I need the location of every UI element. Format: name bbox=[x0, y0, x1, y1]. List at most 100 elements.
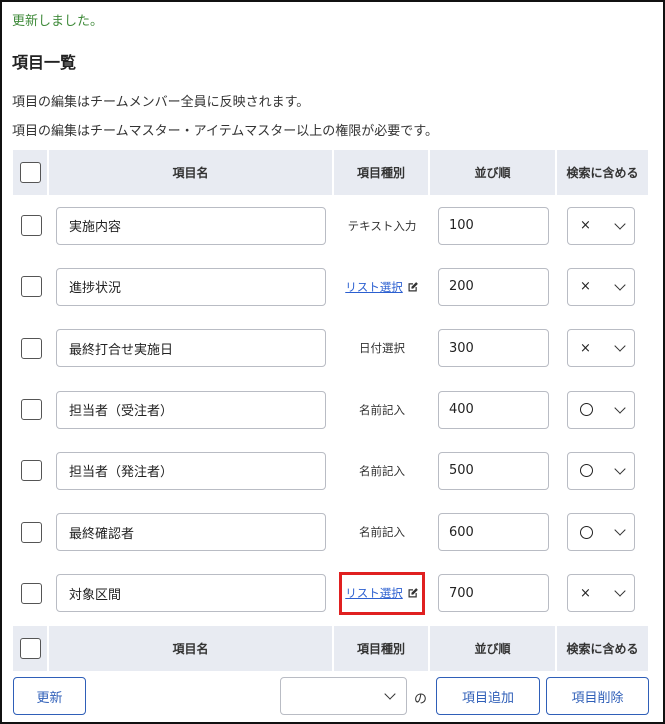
order-input[interactable]: 300 bbox=[438, 329, 549, 368]
footer-select-all-cell bbox=[13, 626, 49, 672]
circle-icon bbox=[580, 403, 593, 417]
search-cell: × bbox=[557, 318, 648, 379]
row-checkbox[interactable] bbox=[20, 460, 42, 482]
row-checkbox[interactable] bbox=[20, 337, 42, 359]
search-cell bbox=[557, 501, 648, 562]
header-name: 項目名 bbox=[49, 150, 334, 195]
table-row: 実施内容 テキスト入力 100 × bbox=[13, 195, 648, 256]
select-all-checkbox[interactable] bbox=[19, 162, 41, 183]
add-item-button[interactable]: 項目追加 bbox=[436, 677, 540, 715]
order-input[interactable]: 400 bbox=[438, 390, 549, 429]
highlight-box: リスト選択 bbox=[339, 571, 425, 615]
list-select-link[interactable]: リスト選択 bbox=[345, 585, 419, 601]
type-cell: 名前記入 bbox=[334, 440, 430, 501]
item-name-input[interactable]: 担当者（受注者） bbox=[56, 390, 326, 429]
order-input[interactable]: 700 bbox=[438, 574, 549, 613]
order-input[interactable]: 200 bbox=[438, 267, 549, 306]
row-checkbox[interactable] bbox=[20, 215, 42, 237]
chevron-down-icon bbox=[614, 340, 626, 352]
footer-select-all-checkbox[interactable] bbox=[19, 638, 41, 660]
name-cell: 担当者（受注者） bbox=[49, 379, 334, 440]
name-cell: 進捗状況 bbox=[49, 256, 334, 317]
type-cell: リスト選択 bbox=[334, 563, 430, 624]
table-footer-header: 項目名 項目種別 並び順 検索に含める bbox=[13, 626, 648, 672]
search-select[interactable] bbox=[567, 451, 635, 490]
row-checkbox[interactable] bbox=[20, 276, 42, 298]
chevron-down-icon bbox=[614, 401, 626, 414]
name-cell: 対象区間 bbox=[49, 563, 334, 624]
position-label: の bbox=[414, 692, 428, 707]
type-label: 名前記入 bbox=[359, 402, 405, 417]
order-cell: 400 bbox=[430, 379, 557, 440]
search-cell: × bbox=[557, 195, 648, 256]
search-cell: × bbox=[557, 256, 648, 317]
row-check-cell bbox=[13, 379, 49, 440]
chevron-down-icon bbox=[614, 585, 626, 598]
item-name-input[interactable]: 担当者（発注者） bbox=[56, 451, 326, 490]
search-cell bbox=[557, 379, 648, 440]
type-label: 日付選択 bbox=[359, 341, 405, 356]
table-body: 実施内容 テキスト入力 100 × 進捗状況 リスト選択 200 × 最終打合せ… bbox=[13, 195, 648, 624]
chevron-down-icon bbox=[614, 279, 626, 291]
row-check-cell bbox=[13, 318, 49, 379]
name-cell: 最終打合せ実施日 bbox=[49, 318, 334, 379]
table-header: 項目名 項目種別 並び順 検索に含める bbox=[13, 150, 648, 195]
update-button[interactable]: 更新 bbox=[13, 677, 86, 715]
search-select[interactable] bbox=[567, 390, 635, 429]
item-name-input[interactable]: 対象区間 bbox=[56, 574, 326, 613]
header-order: 並び順 bbox=[430, 150, 557, 195]
footer-header-order: 並び順 bbox=[430, 626, 557, 672]
name-cell: 実施内容 bbox=[49, 195, 334, 256]
description-1: 項目の編集はチームメンバー全員に反映されます。 bbox=[12, 95, 310, 110]
header-select-all-cell bbox=[13, 150, 49, 195]
search-select[interactable] bbox=[567, 513, 635, 552]
item-name-input[interactable]: 実施内容 bbox=[56, 206, 326, 245]
footer-header-search: 検索に含める bbox=[566, 642, 639, 657]
table-row: 進捗状況 リスト選択 200 × bbox=[13, 256, 648, 317]
item-name-input[interactable]: 進捗状況 bbox=[56, 267, 326, 306]
position-select[interactable] bbox=[280, 677, 407, 715]
search-select[interactable]: × bbox=[567, 267, 635, 306]
row-checkbox[interactable] bbox=[20, 521, 42, 543]
page-title: 項目一覧 bbox=[12, 53, 77, 72]
row-check-cell bbox=[13, 195, 49, 256]
type-label: リスト選択 bbox=[345, 279, 403, 294]
type-cell: 名前記入 bbox=[334, 379, 430, 440]
table-row: 最終打合せ実施日 日付選択 300 × bbox=[13, 318, 648, 379]
flash-message: 更新しました。 bbox=[12, 14, 104, 29]
search-select[interactable]: × bbox=[567, 574, 635, 613]
table-row: 対象区間 リスト選択 700 × bbox=[13, 563, 648, 624]
chevron-down-icon bbox=[614, 524, 626, 536]
table-row: 担当者（受注者） 名前記入 400 bbox=[13, 379, 648, 440]
order-cell: 700 bbox=[430, 563, 557, 624]
items-table: 項目名 項目種別 並び順 検索に含める 実施内容 テキスト入力 100 × 進捗… bbox=[13, 150, 648, 672]
search-cell: × bbox=[557, 563, 648, 624]
table-row: 担当者（発注者） 名前記入 500 bbox=[13, 440, 648, 501]
list-select-link[interactable]: リスト選択 bbox=[345, 279, 419, 295]
table-row: 最終確認者 名前記入 600 bbox=[13, 501, 648, 562]
edit-icon bbox=[408, 588, 418, 598]
order-input[interactable]: 500 bbox=[438, 451, 549, 490]
order-input[interactable]: 600 bbox=[438, 513, 549, 552]
order-cell: 600 bbox=[430, 501, 557, 562]
search-select[interactable]: × bbox=[567, 329, 635, 368]
order-cell: 100 bbox=[430, 195, 557, 256]
type-cell: 日付選択 bbox=[334, 318, 430, 379]
chevron-down-icon bbox=[384, 688, 396, 700]
item-name-input[interactable]: 最終打合せ実施日 bbox=[56, 329, 326, 368]
order-cell: 200 bbox=[430, 256, 557, 317]
search-value: × bbox=[580, 218, 591, 234]
name-cell: 担当者（発注者） bbox=[49, 440, 334, 501]
item-name-input[interactable]: 最終確認者 bbox=[56, 513, 326, 552]
circle-icon bbox=[580, 464, 593, 478]
search-cell bbox=[557, 440, 648, 501]
row-checkbox[interactable] bbox=[20, 582, 42, 604]
type-cell: リスト選択 bbox=[334, 256, 430, 317]
order-input[interactable]: 100 bbox=[438, 206, 549, 245]
search-select[interactable]: × bbox=[567, 206, 635, 245]
row-check-cell bbox=[13, 256, 49, 317]
row-check-cell bbox=[13, 501, 49, 562]
row-checkbox[interactable] bbox=[20, 399, 42, 421]
type-cell: 名前記入 bbox=[334, 501, 430, 562]
delete-item-button[interactable]: 項目削除 bbox=[546, 677, 649, 715]
